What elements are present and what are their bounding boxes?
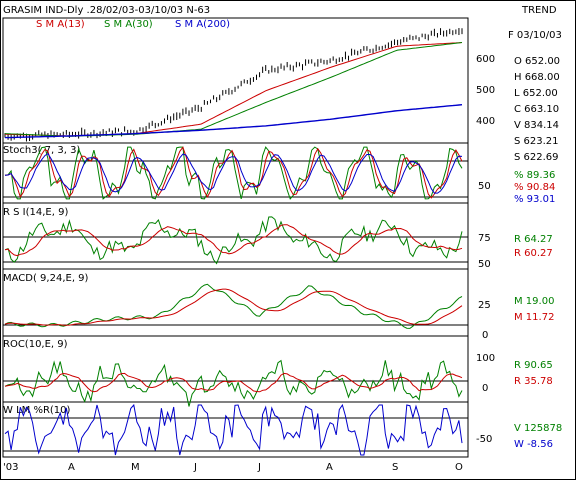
stoch-value: % 89.36 bbox=[514, 170, 555, 181]
rsi-title: R S I(14,E, 9) bbox=[3, 207, 68, 218]
price-info-line: C 663.10 bbox=[514, 104, 559, 115]
price-info-line: S 623.21 bbox=[514, 136, 559, 147]
y-tick: 100 bbox=[476, 353, 495, 364]
x-tick-label: O bbox=[455, 462, 463, 473]
price-info-line: L 652.00 bbox=[514, 88, 558, 99]
y-tick: 50 bbox=[478, 181, 491, 192]
macd-value: M 19.00 bbox=[514, 296, 554, 307]
roc-value: R 90.65 bbox=[514, 360, 553, 371]
legend-sma200: S M A(200) bbox=[175, 19, 230, 30]
macd-title: MACD( 9,24,E, 9) bbox=[3, 273, 89, 284]
y-tick: 50 bbox=[478, 259, 491, 270]
price-info-line: S 622.69 bbox=[514, 152, 559, 163]
x-tick-label: M bbox=[131, 462, 140, 473]
y-tick: 25 bbox=[478, 300, 491, 311]
x-tick-label: S bbox=[392, 462, 398, 473]
price-info-line: H 668.00 bbox=[514, 72, 560, 83]
x-tick-label: J bbox=[193, 462, 197, 473]
y-tick: 500 bbox=[476, 85, 495, 96]
stoch-value: % 90.84 bbox=[514, 182, 555, 193]
price-info-line: V 834.14 bbox=[514, 120, 559, 131]
rsi-value: R 64.27 bbox=[514, 234, 553, 245]
y-tick: -50 bbox=[476, 434, 492, 445]
price-info-line: O 652.00 bbox=[514, 56, 560, 67]
price-info-line: F 03/10/03 bbox=[508, 30, 562, 41]
roc-title: ROC(10,E, 9) bbox=[3, 339, 68, 350]
y-tick: 400 bbox=[476, 116, 495, 127]
chart-title: GRASIM IND-Dly .28/02/03-03/10/03 N-63 bbox=[3, 5, 210, 16]
stoch-value: % 93.01 bbox=[514, 194, 555, 205]
y-tick: 600 bbox=[476, 54, 495, 65]
wlm-value: W -8.56 bbox=[514, 439, 553, 450]
x-tick-label: '03 bbox=[3, 462, 18, 473]
y-tick: 75 bbox=[478, 233, 491, 244]
x-tick-label: A bbox=[326, 462, 333, 473]
y-tick: 0 bbox=[482, 330, 488, 341]
x-tick-label: J bbox=[257, 462, 261, 473]
y-tick: 0 bbox=[482, 383, 488, 394]
x-tick-label: A bbox=[68, 462, 75, 473]
rsi-value: R 60.27 bbox=[514, 248, 553, 259]
roc-value: R 35.78 bbox=[514, 376, 553, 387]
legend-sma30: S M A(30) bbox=[104, 19, 153, 30]
wlm-value: V 125878 bbox=[514, 423, 562, 434]
stock-chart: GRASIM IND-Dly .28/02/03-03/10/03 N-63 T… bbox=[0, 0, 576, 480]
trend-label: TREND bbox=[521, 5, 557, 16]
legend-sma13: S M A(13) bbox=[36, 19, 85, 30]
macd-value: M 11.72 bbox=[514, 312, 554, 323]
